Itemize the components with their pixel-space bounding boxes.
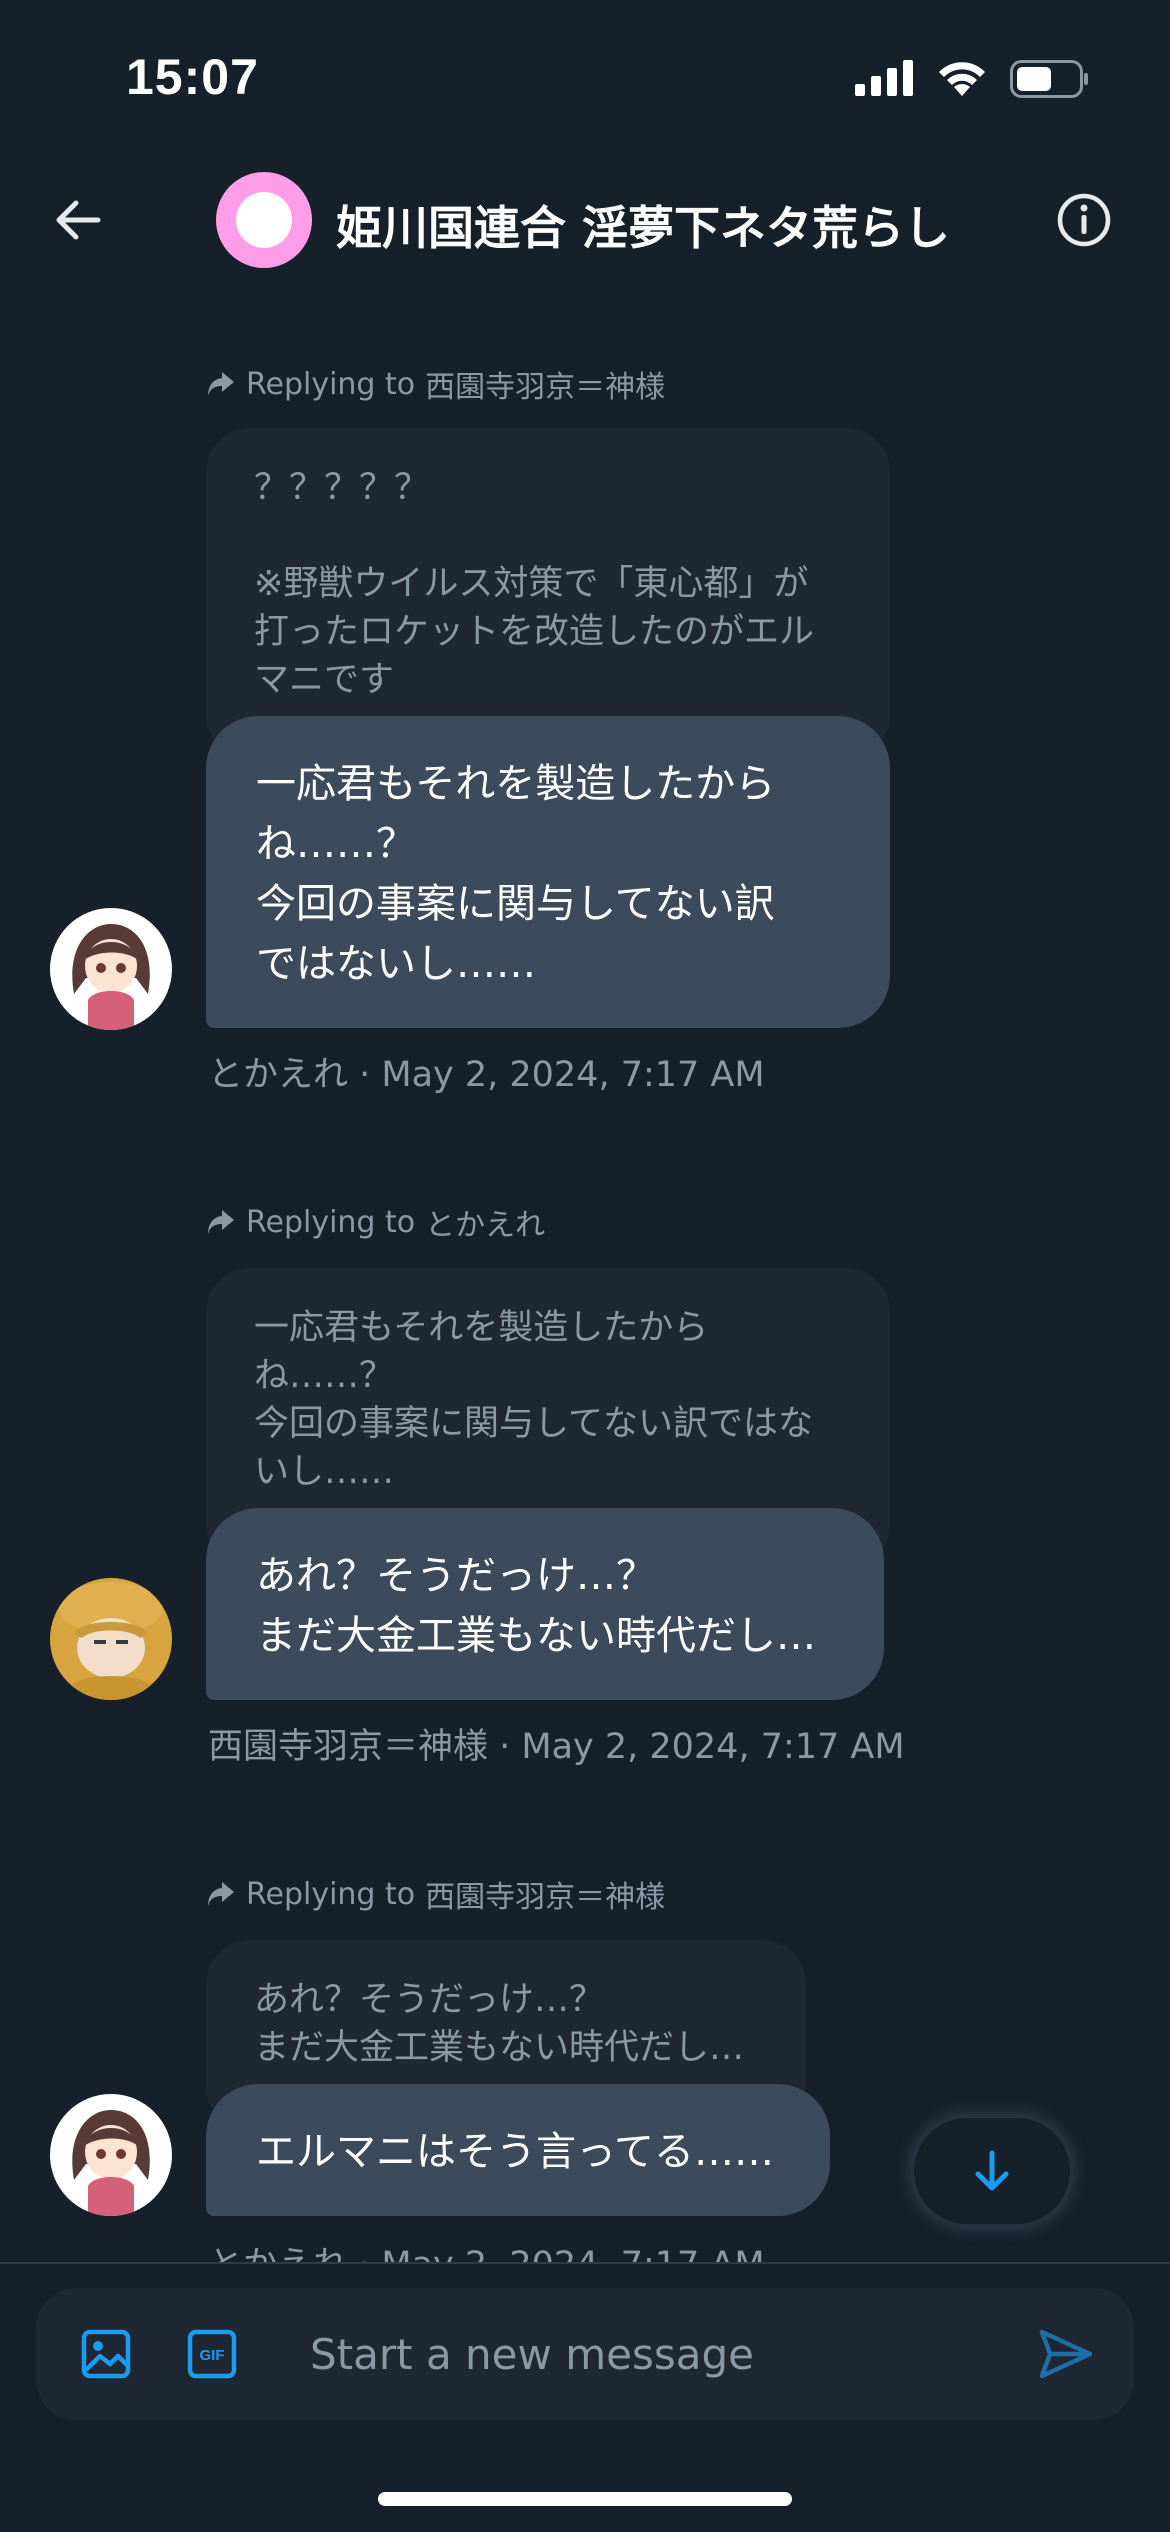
info-circle-icon [1057,193,1111,247]
send-button[interactable] [1036,2324,1096,2388]
composer-bar: GIF [0,2262,1170,2532]
cellular-signal-icon [855,60,913,96]
message-input[interactable] [310,2324,990,2384]
status-time: 15:07 [126,49,259,105]
replying-to-label: Replying to 西園寺羽京＝神様 [206,1872,665,1916]
reply-arrow-icon [208,1882,234,1906]
avatar[interactable] [50,2094,172,2216]
wifi-icon [939,62,985,96]
battery-icon [1010,60,1088,98]
arrow-down-icon [975,2150,1009,2191]
reply-arrow-icon [208,372,234,396]
message-meta: とかえれ · May 2, 2024, 7:17 AM [208,1055,765,1095]
info-button[interactable] [1054,190,1114,250]
arrow-left-icon [56,200,101,240]
conversation-header: 姫川国連合 淫夢下ネタ荒らし [0,140,1170,300]
back-button[interactable] [48,190,108,250]
scroll-to-bottom-button[interactable] [912,2116,1072,2226]
message-bubble[interactable]: エルマニはそう言ってる…… [206,2084,830,2216]
replying-to-label: Replying to 西園寺羽京＝神様 [206,362,665,406]
add-gif-button[interactable]: GIF [186,2328,238,2384]
composer: GIF [36,2288,1134,2420]
avatar[interactable] [50,908,172,1030]
conversation-title[interactable]: 姫川国連合 淫夢下ネタ荒らし [336,192,950,258]
message-meta: 西園寺羽京＝神様 · May 2, 2024, 7:17 AM [208,1727,905,1767]
conversation-avatar[interactable] [216,172,312,268]
add-photo-button[interactable] [78,2326,134,2386]
gif-icon: GIF [187,2329,237,2379]
message-bubble[interactable]: 一応君もそれを製造したから ね……？ 今回の事案に関与してない訳 ではないし…… [206,716,890,1028]
svg-text:GIF: GIF [200,2347,225,2364]
image-icon [81,2329,131,2379]
quoted-message[interactable]: ？？？？？ ※野獣ウイルス対策で「東心都」が打ったロケットを改造したのがエルマニ… [206,428,890,758]
send-icon [1039,2329,1093,2379]
message-bubble[interactable]: あれ？そうだっけ…？ まだ大金工業もない時代だし… [206,1508,884,1700]
home-indicator [378,2492,792,2506]
replying-to-label: Replying to とかえれ [206,1200,545,1244]
avatar[interactable] [50,1578,172,1700]
status-bar: 15:07 [0,0,1170,140]
reply-arrow-icon [208,1210,234,1234]
